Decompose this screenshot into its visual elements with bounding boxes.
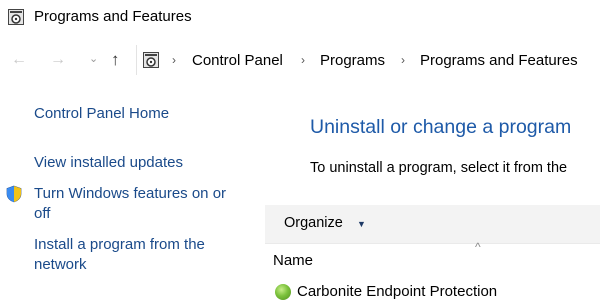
sort-ascending-icon: ^ bbox=[475, 240, 481, 254]
programs-features-icon bbox=[8, 9, 24, 25]
caret-down-icon: ▼ bbox=[357, 219, 366, 229]
arrow-right-icon: → bbox=[50, 51, 66, 68]
sidebar-item-control-panel-home[interactable]: Control Panel Home bbox=[34, 104, 169, 124]
breadcrumb-programs-and-features[interactable]: Programs and Features bbox=[420, 52, 578, 69]
sidebar-item-label: network bbox=[34, 256, 87, 273]
breadcrumb-programs[interactable]: Programs bbox=[320, 52, 385, 69]
up-button[interactable]: ↑ bbox=[111, 50, 120, 70]
chevron-down-icon: ⌄ bbox=[89, 53, 99, 65]
back-button[interactable]: ← bbox=[11, 52, 27, 68]
arrow-up-icon: ↑ bbox=[111, 50, 120, 69]
breadcrumb-separator: › bbox=[172, 53, 176, 67]
sidebar-item-install-from-network[interactable]: Install a program from the network bbox=[34, 235, 205, 275]
page-title: Uninstall or change a program bbox=[310, 116, 572, 138]
uac-shield-icon bbox=[6, 185, 22, 203]
column-header-name[interactable]: Name bbox=[273, 252, 313, 269]
breadcrumb-separator: › bbox=[401, 53, 405, 67]
organize-label: Organize bbox=[284, 215, 343, 231]
window-title: Programs and Features bbox=[34, 8, 192, 25]
sidebar-item-label: off bbox=[34, 205, 51, 222]
green-circle-icon bbox=[275, 284, 291, 300]
breadcrumb-control-panel[interactable]: Control Panel bbox=[192, 52, 283, 69]
sidebar-item-turn-windows-features[interactable]: Turn Windows features on or off bbox=[34, 184, 226, 224]
page-description: To uninstall a program, select it from t… bbox=[310, 160, 568, 176]
sidebar-item-label: Install a program from the bbox=[34, 236, 205, 253]
control-panel-icon bbox=[143, 52, 159, 68]
sidebar-item-view-installed-updates[interactable]: View installed updates bbox=[34, 153, 183, 173]
recent-locations-button[interactable]: ⌄ bbox=[89, 52, 98, 65]
sidebar-item-label: Turn Windows features on or bbox=[34, 185, 227, 202]
breadcrumb-separator: › bbox=[301, 53, 305, 67]
arrow-left-icon: ← bbox=[11, 51, 27, 68]
forward-button[interactable]: → bbox=[50, 52, 66, 68]
program-name: Carbonite Endpoint Protection bbox=[297, 283, 498, 300]
